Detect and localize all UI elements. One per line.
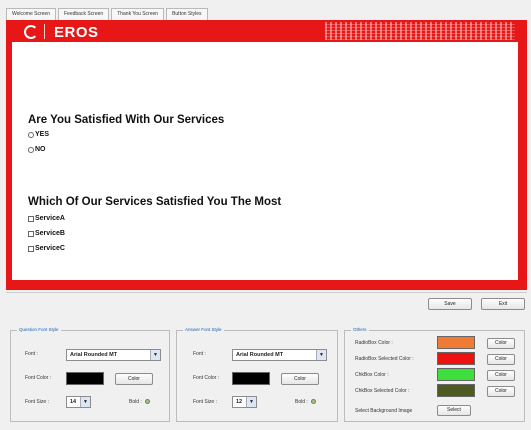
radiobox-selected-color-swatch <box>437 352 475 365</box>
save-button[interactable]: Save <box>428 298 472 310</box>
radiobox-color-label: RadioBox Color : <box>355 340 393 346</box>
checkbox-service-c[interactable]: ServiceC <box>28 245 65 252</box>
eros-logo-icon <box>24 25 38 39</box>
bold-checkbox[interactable] <box>145 399 151 405</box>
chkbox-selected-color-swatch <box>437 384 475 397</box>
radio-icon[interactable] <box>28 146 34 153</box>
question2-title: Which Of Our Services Satisfied You The … <box>28 196 282 208</box>
answer-font-style-group: Answer Font Style Font : Arial Rounded M… <box>176 327 338 422</box>
logo-divider <box>44 24 45 39</box>
checkbox-icon[interactable] <box>28 245 34 252</box>
chevron-down-icon[interactable]: ▼ <box>80 397 90 407</box>
chkbox-color-swatch <box>437 368 475 381</box>
font-size-value: 14 <box>70 399 77 405</box>
radiobox-selected-color-button[interactable]: Color <box>487 354 515 365</box>
tab-thank-you-screen[interactable]: Thank You Screen <box>111 8 165 20</box>
checkbox-icon[interactable] <box>28 215 34 222</box>
font-size-label: Font Size : <box>25 399 49 405</box>
tab-welcome-screen[interactable]: Welcome Screen <box>6 8 56 20</box>
bold-label-text: Bold : <box>295 399 308 405</box>
others-group: Others RadioBox Color : Color RadioBox S… <box>344 327 525 422</box>
answer-font-size-select[interactable]: 12 ▼ <box>232 396 257 408</box>
section-divider <box>6 292 527 293</box>
radio-option-label: YES <box>35 131 50 138</box>
radio-option-no[interactable]: NO <box>28 146 46 153</box>
checkbox-service-b[interactable]: ServiceB <box>28 230 65 237</box>
tab-strip: Welcome Screen Feedback Screen Thank You… <box>6 8 210 20</box>
chevron-down-icon[interactable]: ▼ <box>246 397 256 407</box>
checkbox-icon[interactable] <box>28 230 34 237</box>
font-size-value: 12 <box>236 399 243 405</box>
bold-label: Bold : <box>129 399 151 405</box>
bold-label-text: Bold : <box>129 399 142 405</box>
radio-icon[interactable] <box>28 131 34 138</box>
question-font-color-swatch <box>66 372 104 385</box>
group-legend: Question Font Style <box>17 327 61 332</box>
checkbox-label: ServiceC <box>35 245 65 252</box>
bold-checkbox[interactable] <box>311 399 317 405</box>
checkbox-label: ServiceA <box>35 215 65 222</box>
font-color-label: Font Color : <box>193 375 220 381</box>
question-font-style-group: Question Font Style Font : Arial Rounded… <box>10 327 170 422</box>
select-background-button[interactable]: Select <box>437 405 471 416</box>
bold-label: Bold : <box>295 399 317 405</box>
question-font-size-select[interactable]: 14 ▼ <box>66 396 91 408</box>
brand-logo-text: EROS <box>54 24 99 41</box>
radio-option-label: NO <box>35 146 46 153</box>
preview-content: Are You Satisfied With Our Services YES … <box>12 42 518 280</box>
font-label: Font : <box>25 351 38 357</box>
font-select-value: Arial Rounded MT <box>70 352 118 358</box>
group-legend: Answer Font Style <box>183 327 224 332</box>
checkbox-label: ServiceB <box>35 230 65 237</box>
question1-title: Are You Satisfied With Our Services <box>28 114 225 126</box>
feedback-preview-frame: EROS Are You Satisfied With Our Services… <box>6 20 527 290</box>
font-color-label: Font Color : <box>25 375 52 381</box>
exit-button[interactable]: Exit <box>481 298 525 310</box>
answer-font-select[interactable]: Arial Rounded MT ▼ <box>232 349 327 361</box>
font-size-label: Font Size : <box>193 399 217 405</box>
header-pattern <box>325 22 515 40</box>
font-select-value: Arial Rounded MT <box>236 352 284 358</box>
chkbox-color-button[interactable]: Color <box>487 370 515 381</box>
group-legend: Others <box>351 327 369 332</box>
background-image-label: Select Background Image <box>355 408 413 414</box>
tab-feedback-screen[interactable]: Feedback Screen <box>57 8 110 20</box>
chkbox-selected-color-button[interactable]: Color <box>487 386 515 397</box>
question-font-color-button[interactable]: Color <box>115 373 153 385</box>
font-label: Font : <box>193 351 206 357</box>
chkbox-selected-color-label: ChkBox Selected Color : <box>355 388 410 394</box>
chevron-down-icon[interactable]: ▼ <box>316 350 326 360</box>
tab-button-styles[interactable]: Button Styles <box>166 8 208 20</box>
radiobox-selected-color-label: RadioBox Selected Color : <box>355 356 414 362</box>
radiobox-color-swatch <box>437 336 475 349</box>
checkbox-service-a[interactable]: ServiceA <box>28 215 65 222</box>
radio-option-yes[interactable]: YES <box>28 131 49 138</box>
chevron-down-icon[interactable]: ▼ <box>150 350 160 360</box>
chkbox-color-label: ChkBox Color : <box>355 372 389 378</box>
question-font-select[interactable]: Arial Rounded MT ▼ <box>66 349 161 361</box>
radiobox-color-button[interactable]: Color <box>487 338 515 349</box>
answer-font-color-swatch <box>232 372 270 385</box>
answer-font-color-button[interactable]: Color <box>281 373 319 385</box>
